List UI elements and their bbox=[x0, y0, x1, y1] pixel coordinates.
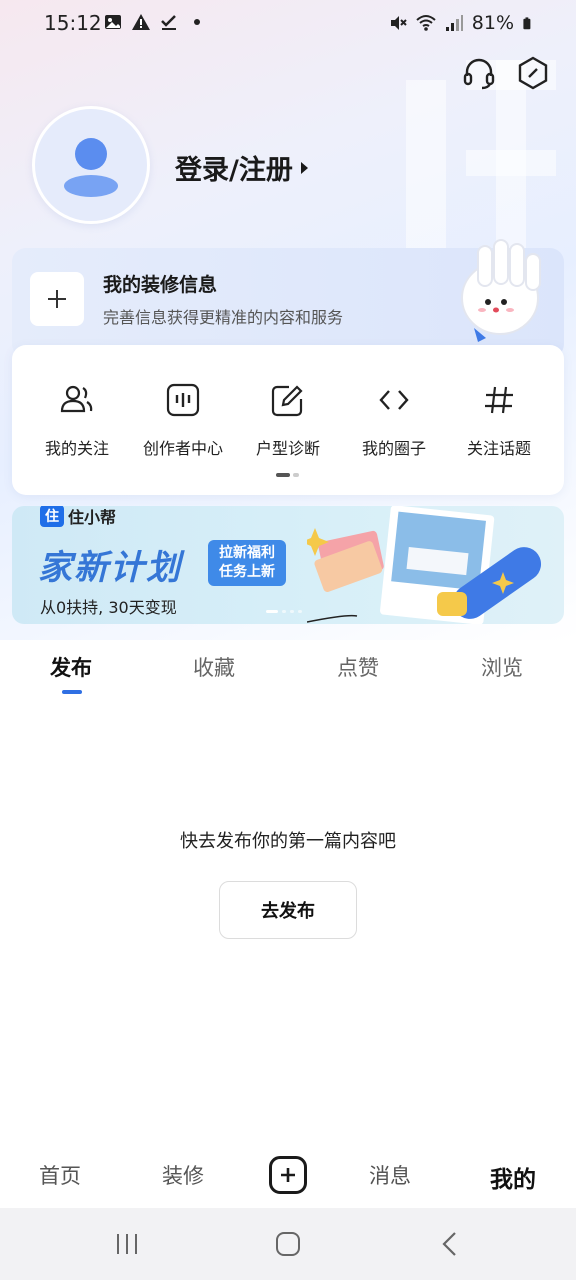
back-icon[interactable] bbox=[435, 1230, 465, 1258]
tab-history[interactable]: 浏览 bbox=[481, 652, 523, 682]
tab-likes[interactable]: 点赞 bbox=[337, 652, 379, 682]
add-decoration-info-button[interactable] bbox=[30, 272, 84, 326]
signal-icon bbox=[445, 15, 463, 31]
banner-illustration-icon bbox=[307, 506, 542, 624]
status-system-icons: 81% bbox=[388, 12, 536, 34]
empty-state-message: 快去发布你的第一篇内容吧 bbox=[180, 831, 396, 852]
dot-icon bbox=[194, 19, 200, 25]
hashtag-icon bbox=[485, 386, 513, 414]
warning-icon bbox=[132, 14, 150, 30]
banner-tag-line2: 任务上新 bbox=[219, 564, 275, 580]
status-bar: 15:12 81% bbox=[0, 0, 576, 48]
create-post-button[interactable] bbox=[269, 1156, 307, 1194]
banner-title: 家新计划 bbox=[38, 548, 182, 588]
tab-favorites[interactable]: 收藏 bbox=[193, 652, 235, 682]
banner-tag-line1: 拉新福利 bbox=[219, 545, 275, 561]
brand-logo-icon: 住 bbox=[40, 506, 64, 527]
battery-percent: 81% bbox=[471, 12, 514, 34]
banner-brand-name: 住小帮 bbox=[68, 508, 117, 527]
decoration-info-title: 我的装修信息 bbox=[103, 274, 218, 296]
shortcut-label: 关注话题 bbox=[466, 439, 531, 458]
bottom-navigation: 首页 装修 消息 我的 bbox=[0, 1144, 576, 1208]
plus-icon bbox=[281, 1168, 295, 1182]
go-publish-button[interactable]: 去发布 bbox=[219, 881, 357, 939]
shortcut-label: 户型诊断 bbox=[255, 439, 320, 458]
creator-icon bbox=[166, 383, 200, 417]
shortcut-grid: 我的关注 创作者中心 户型诊断 我的圈子 关注话题 bbox=[12, 345, 564, 495]
decoration-info-card[interactable]: 我的装修信息 完善信息获得更精准的内容和服务 bbox=[12, 239, 564, 358]
shortcut-page-indicator bbox=[276, 473, 299, 477]
banner-subtitle: 从0扶持, 30天变现 bbox=[40, 598, 177, 617]
wifi-icon bbox=[416, 15, 436, 31]
shortcut-floorplan-diagnosis[interactable]: 户型诊断 bbox=[233, 381, 343, 459]
home-icon[interactable] bbox=[273, 1230, 303, 1258]
recent-apps-icon[interactable] bbox=[112, 1230, 142, 1258]
users-icon bbox=[60, 385, 93, 413]
nav-decoration[interactable]: 装修 bbox=[162, 1160, 204, 1190]
tab-published[interactable]: 发布 bbox=[50, 652, 92, 682]
mute-icon bbox=[390, 16, 407, 30]
content-tabs: 发布 收藏 点赞 浏览 bbox=[0, 652, 576, 702]
status-time: 15:12 bbox=[44, 11, 102, 35]
login-register-link[interactable]: 登录/注册 bbox=[175, 148, 308, 187]
settings-hexagon-icon[interactable] bbox=[516, 56, 550, 90]
banner-tag: 拉新福利 任务上新 bbox=[208, 540, 286, 586]
gallery-icon bbox=[105, 15, 121, 29]
system-navigation-bar bbox=[0, 1208, 576, 1280]
glove-mascot-icon bbox=[461, 239, 541, 342]
decoration-info-subtitle: 完善信息获得更精准的内容和服务 bbox=[103, 308, 344, 327]
shortcut-creator-center[interactable]: 创作者中心 bbox=[128, 381, 238, 459]
shortcut-label: 我的关注 bbox=[44, 439, 109, 458]
active-tab-indicator bbox=[62, 690, 82, 694]
banner-logo: 住 住小帮 bbox=[40, 506, 116, 528]
avatar[interactable] bbox=[32, 106, 150, 224]
plus-icon bbox=[48, 290, 66, 308]
battery-icon bbox=[523, 17, 531, 30]
nav-home[interactable]: 首页 bbox=[39, 1160, 81, 1190]
promo-banner[interactable]: 住 住小帮 家新计划 拉新福利 任务上新 从0扶持, 30天变现 bbox=[12, 506, 564, 624]
headset-icon[interactable] bbox=[462, 56, 496, 90]
task-check-icon bbox=[161, 15, 176, 30]
shortcut-followed-topics[interactable]: 关注话题 bbox=[444, 381, 554, 459]
shortcut-my-follows[interactable]: 我的关注 bbox=[22, 381, 132, 459]
edit-icon bbox=[271, 385, 303, 417]
nav-messages[interactable]: 消息 bbox=[369, 1160, 411, 1190]
shortcut-label: 创作者中心 bbox=[142, 439, 223, 458]
status-notification-icons bbox=[103, 12, 207, 32]
shortcut-my-circles[interactable]: 我的圈子 bbox=[339, 381, 449, 459]
shortcut-label: 我的圈子 bbox=[361, 439, 426, 458]
nav-mine[interactable]: 我的 bbox=[490, 1160, 536, 1194]
code-icon bbox=[379, 390, 409, 410]
caret-right-icon bbox=[300, 161, 308, 174]
banner-page-indicator bbox=[266, 610, 302, 613]
login-label: 登录/注册 bbox=[175, 155, 293, 186]
